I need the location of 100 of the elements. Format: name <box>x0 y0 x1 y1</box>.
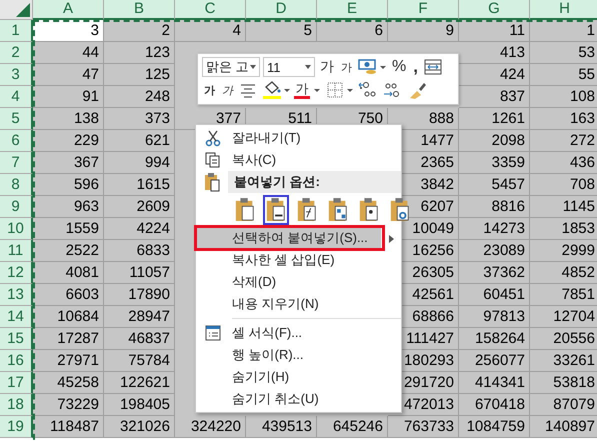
table-cell: 44 <box>33 42 104 64</box>
menu-section-title: 붙여넣기 옵션: <box>228 171 401 193</box>
row-header[interactable]: 5 <box>0 108 33 130</box>
table-cell: 621 <box>104 130 175 152</box>
row-header[interactable]: 12 <box>0 262 33 284</box>
row-header[interactable]: 6 <box>0 130 33 152</box>
table-cell: 37362 <box>459 262 530 284</box>
italic-button[interactable]: 가 <box>220 82 235 98</box>
column-header[interactable]: G <box>459 0 530 20</box>
table-cell: 229 <box>33 130 104 152</box>
table-cell: 5 <box>246 20 317 42</box>
table-cell: 837 <box>459 86 530 108</box>
table-cell: 256077 <box>459 350 530 372</box>
table-cell: 248 <box>104 86 175 108</box>
table-cell: 6 <box>317 20 388 42</box>
increase-font-button[interactable]: 가 <box>318 58 336 76</box>
table-cell: 46837 <box>104 328 175 350</box>
table-cell: 97813 <box>459 306 530 328</box>
table-cell: 158264 <box>459 328 530 350</box>
row-header[interactable]: 19 <box>0 416 33 438</box>
table-cell: 439513 <box>246 416 317 438</box>
table-cell: 138 <box>33 108 104 130</box>
table-cell: 3359 <box>459 152 530 174</box>
table-cell: 3 <box>33 20 104 42</box>
table-cell: 963 <box>33 196 104 218</box>
table-cell: 125 <box>104 64 175 86</box>
table-cell: 122621 <box>104 372 175 394</box>
row-header[interactable]: 1 <box>0 20 33 42</box>
column-header[interactable]: E <box>317 0 388 20</box>
table-cell: 367 <box>33 152 104 174</box>
column-header[interactable]: H <box>530 0 597 20</box>
table-cell: 6603 <box>33 284 104 306</box>
row-header[interactable]: 8 <box>0 174 33 196</box>
row-header[interactable]: 13 <box>0 284 33 306</box>
row-header[interactable]: 11 <box>0 240 33 262</box>
table-cell: 17287 <box>33 328 104 350</box>
table-cell: 23089 <box>459 240 530 262</box>
font-name-dropdown[interactable]: 맑은 고 <box>202 57 260 77</box>
row-header[interactable]: 18 <box>0 394 33 416</box>
table-cell: 47 <box>33 64 104 86</box>
table-cell: 321026 <box>104 416 175 438</box>
row-header[interactable]: 10 <box>0 218 33 240</box>
table-cell: 4081 <box>33 262 104 284</box>
row-header[interactable]: 2 <box>0 42 33 64</box>
table-cell: 28947 <box>104 306 175 328</box>
table-cell: 198405 <box>104 394 175 416</box>
column-header[interactable]: A <box>33 0 104 20</box>
row-header[interactable]: 4 <box>0 86 33 108</box>
table-cell: 45258 <box>33 372 104 394</box>
table-cell: 373 <box>104 108 175 130</box>
table-cell: 4224 <box>104 218 175 240</box>
table-cell: 994 <box>104 152 175 174</box>
table-cell: 11 <box>459 20 530 42</box>
row-header[interactable]: 16 <box>0 350 33 372</box>
table-cell: 17890 <box>104 284 175 306</box>
table-cell: 11057 <box>104 262 175 284</box>
decrease-font-button[interactable]: 가 <box>339 60 354 74</box>
table-cell: 73229 <box>33 394 104 416</box>
column-header[interactable]: D <box>246 0 317 20</box>
table-cell: 1615 <box>104 174 175 196</box>
table-cell: 414341 <box>459 372 530 394</box>
table-cell: 670418 <box>459 394 530 416</box>
table-cell: 91 <box>33 86 104 108</box>
row-header[interactable]: 17 <box>0 372 33 394</box>
row-header[interactable]: 3 <box>0 64 33 86</box>
table-cell: 424 <box>459 64 530 86</box>
table-cell: 2 <box>104 20 175 42</box>
table-cell: 4 <box>175 20 246 42</box>
font-color-button[interactable]: 가 <box>294 82 310 98</box>
percent-button[interactable]: % <box>390 58 408 76</box>
table-cell: 2098 <box>459 130 530 152</box>
column-header[interactable]: C <box>175 0 246 20</box>
row-header[interactable]: 15 <box>0 328 33 350</box>
table-cell: 1261 <box>459 108 530 130</box>
bold-button[interactable]: 가 <box>202 82 217 98</box>
row-header[interactable]: 9 <box>0 196 33 218</box>
table-cell: 8816 <box>459 196 530 218</box>
table-cell: 9 <box>388 20 459 42</box>
table-cell: 1084759 <box>459 416 530 438</box>
comma-style-button[interactable]: , <box>411 57 420 77</box>
font-size-dropdown[interactable]: 11 <box>263 57 315 77</box>
table-cell: 324220 <box>175 416 246 438</box>
table-cell: 60451 <box>459 284 530 306</box>
table-cell: 75784 <box>104 350 175 372</box>
column-header[interactable]: B <box>104 0 175 20</box>
table-cell: 1559 <box>33 218 104 240</box>
table-cell: 118487 <box>33 416 104 438</box>
table-cell: 596 <box>33 174 104 196</box>
table-cell: 14273 <box>459 218 530 240</box>
table-cell: 2609 <box>104 196 175 218</box>
table-cell: 6833 <box>104 240 175 262</box>
table-cell: 413 <box>459 42 530 64</box>
row-header[interactable]: 7 <box>0 152 33 174</box>
column-header[interactable]: F <box>388 0 459 20</box>
table-cell: 5457 <box>459 174 530 196</box>
table-cell: 27971 <box>33 350 104 372</box>
table-cell: 763733 <box>388 416 459 438</box>
row-header[interactable]: 14 <box>0 306 33 328</box>
table-cell: 2522 <box>33 240 104 262</box>
table-cell: 123 <box>104 42 175 64</box>
